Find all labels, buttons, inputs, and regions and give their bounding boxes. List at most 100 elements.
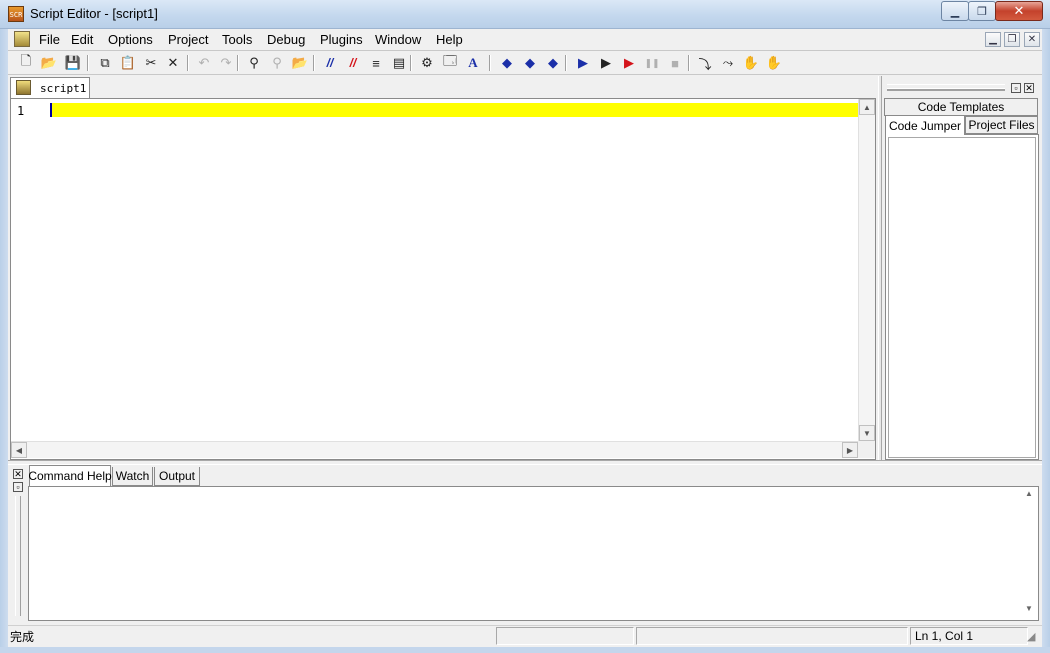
tab-watch[interactable]: Watch [112, 467, 153, 486]
menu-options[interactable]: Options [107, 32, 154, 47]
scroll-down-icon[interactable]: ▼ [1025, 604, 1033, 613]
font-icon[interactable]: A [463, 53, 483, 73]
document-tab-script1[interactable]: script1 [10, 77, 90, 98]
hand-icon[interactable]: ✋ [741, 53, 761, 73]
find-in-files-icon[interactable]: 📂 [290, 53, 310, 73]
pause-icon[interactable]: ❚❚ [642, 53, 662, 73]
indent-icon[interactable]: ≡ [366, 53, 386, 73]
save-icon[interactable]: 💾 [63, 53, 83, 73]
hand-disabled-icon[interactable]: ✋ [764, 53, 784, 73]
resize-grip-icon[interactable]: ◢ [1027, 630, 1039, 644]
scrollbar-corner [858, 441, 875, 458]
code-editor-area[interactable] [34, 99, 858, 441]
toolbar-separator [187, 55, 189, 71]
scroll-up-icon[interactable]: ▲ [859, 99, 875, 115]
run-debug-icon[interactable]: ▶ [619, 53, 639, 73]
status-cursor-position: Ln 1, Col 1 [910, 627, 1028, 645]
toolbar: 🗋 📂 💾 ⧉ 📋 ✂ ✕ ↶ ↷ ⚲ ⚲ 📂////≡ ▤ ⚙ 🗔 A ◆ ◆ ◆ ▶ ▶ ▶ ❚❚ ■ ⤵ ⤳ ✋ ✋ [8, 51, 1042, 75]
app-icon[interactable]: SCR [8, 6, 24, 22]
breakpoint-icon[interactable]: ◆ [497, 53, 517, 73]
window-frame-left [0, 29, 8, 653]
breakpoint-next-icon[interactable]: ◆ [520, 53, 540, 73]
title-bar[interactable]: SCR Script Editor - [script1] ▁ ❐ ✕ [0, 0, 1050, 29]
window-frame-right [1042, 29, 1050, 653]
menu-bar: File Edit Options Project Tools Debug Pl… [8, 29, 1042, 51]
toolbar-separator [313, 55, 315, 71]
settings-gear-icon[interactable]: ⚙ [417, 53, 437, 73]
scroll-up-icon[interactable]: ▲ [1025, 489, 1033, 498]
status-message: 完成 [10, 630, 35, 644]
bookmark-icon[interactable]: ▤ [389, 53, 409, 73]
line-number-gutter [11, 99, 33, 441]
maximize-button[interactable]: ❐ [968, 1, 996, 21]
comment-icon[interactable]: // [320, 53, 340, 73]
menu-edit[interactable]: Edit [70, 32, 94, 47]
menu-file[interactable]: File [38, 32, 61, 47]
uncomment-icon[interactable]: // [343, 53, 363, 73]
scroll-down-icon[interactable]: ▼ [859, 425, 875, 441]
toolbar-separator [688, 55, 690, 71]
document-tab-label: script1 [40, 82, 87, 95]
find-next-icon[interactable]: ⚲ [267, 53, 287, 73]
cut-icon[interactable]: ✂ [141, 53, 161, 73]
document-system-menu-icon[interactable] [14, 31, 30, 47]
menu-plugins[interactable]: Plugins [319, 32, 364, 47]
close-icon: ✕ [1013, 3, 1025, 18]
script-file-icon [16, 80, 31, 95]
new-file-icon[interactable]: 🗋 [16, 53, 36, 73]
tab-output[interactable]: Output [154, 467, 200, 486]
mdi-minimize-button[interactable]: ▁ [985, 32, 1001, 47]
toolbar-separator [410, 55, 412, 71]
step-into-icon[interactable]: ⤵ [695, 53, 715, 73]
mdi-restore-button[interactable]: ❐ [1004, 32, 1020, 47]
toolbar-separator [237, 55, 239, 71]
delete-icon[interactable]: ✕ [163, 53, 183, 73]
toolbar-separator [489, 55, 491, 71]
scroll-right-icon[interactable]: ▶ [842, 442, 858, 458]
step-over-icon[interactable]: ⤳ [718, 53, 738, 73]
text-caret [50, 103, 52, 117]
stop-icon[interactable]: ■ [665, 53, 685, 73]
run-step-icon[interactable]: ▶ [596, 53, 616, 73]
breakpoint-clear-icon[interactable]: ◆ [543, 53, 563, 73]
tab-code-templates[interactable]: Code Templates [884, 98, 1038, 116]
menu-help[interactable]: Help [435, 32, 464, 47]
redo-icon[interactable]: ↷ [216, 53, 236, 73]
code-jumper-list[interactable] [888, 137, 1036, 458]
status-cell-2 [496, 627, 634, 645]
menu-tools[interactable]: Tools [221, 32, 253, 47]
scroll-left-icon[interactable]: ◀ [11, 442, 27, 458]
bottom-dock-close-button[interactable]: ✕ [13, 469, 23, 479]
find-icon[interactable]: ⚲ [244, 53, 264, 73]
run-icon[interactable]: ▶ [573, 53, 593, 73]
bottom-dock-float-button[interactable]: ▫ [13, 482, 23, 492]
vertical-splitter[interactable] [878, 76, 882, 460]
tab-command-help[interactable]: Command Help [28, 465, 112, 486]
paste-icon[interactable]: 📋 [118, 53, 138, 73]
mdi-close-button[interactable]: ✕ [1024, 32, 1040, 47]
open-folder-icon[interactable]: 📂 [39, 53, 59, 73]
tab-project-files[interactable]: Project Files [965, 116, 1038, 134]
close-button[interactable]: ✕ [995, 1, 1043, 21]
editor-horizontal-scrollbar[interactable]: ◀ ▶ [11, 441, 858, 458]
undo-icon[interactable]: ↶ [194, 53, 214, 73]
window-frame-bottom [0, 647, 1050, 653]
status-cell-3 [636, 627, 908, 645]
line-number: 1 [17, 104, 25, 118]
bottom-vertical-scrollbar[interactable]: ▲ ▼ [1021, 487, 1038, 620]
dock-float-button[interactable]: ▫ [1011, 83, 1021, 93]
menu-window[interactable]: Window [374, 32, 422, 47]
menu-project[interactable]: Project [167, 32, 209, 47]
dock-close-button[interactable]: ✕ [1024, 83, 1034, 93]
editor-vertical-scrollbar[interactable]: ▲ ▼ [858, 99, 875, 441]
window-title: Script Editor - [script1] [30, 6, 158, 21]
bottom-dock-content[interactable] [28, 486, 1039, 621]
tab-code-jumper[interactable]: Code Jumper [885, 115, 965, 135]
current-line-highlight [50, 103, 858, 117]
properties-icon[interactable]: 🗔 [440, 53, 460, 73]
minimize-button[interactable]: ▁ [941, 1, 969, 21]
horizontal-splitter[interactable] [8, 460, 1042, 465]
copy-icon[interactable]: ⧉ [95, 53, 115, 73]
menu-debug[interactable]: Debug [266, 32, 306, 47]
bottom-dock-grip[interactable] [15, 496, 21, 616]
